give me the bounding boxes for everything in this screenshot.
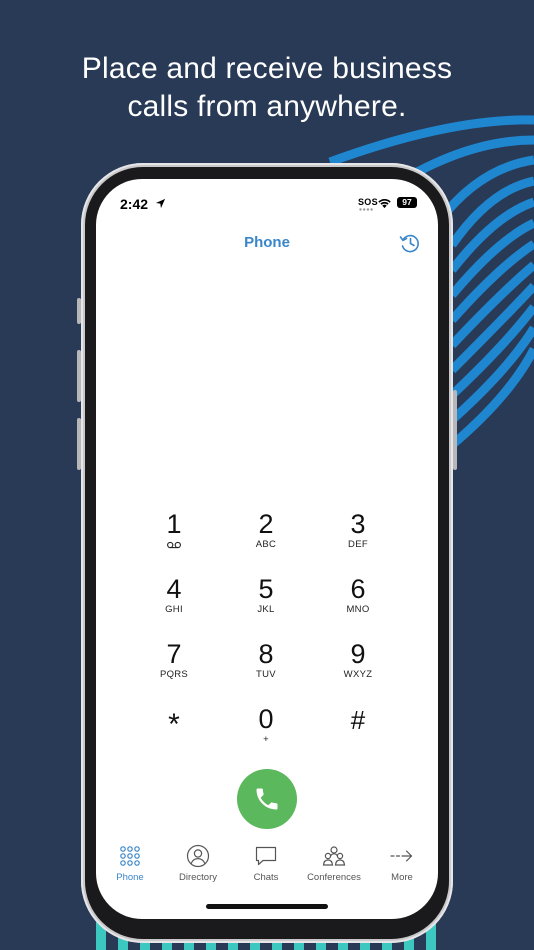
tab-label: Phone: [116, 872, 144, 883]
battery-indicator: 97: [397, 197, 417, 208]
key-letters: MNO: [346, 604, 370, 615]
key-7[interactable]: 7 PQRS: [144, 639, 204, 695]
phone-screen: 2:42 SOS 97 Phone 1 2 ABC 3 DEF 4 GHI 5 …: [96, 179, 438, 919]
tab-conferences[interactable]: Conferences: [300, 844, 368, 883]
key-9[interactable]: 9 WXYZ: [328, 639, 388, 695]
marketing-headline: Place and receive business calls from an…: [0, 50, 534, 126]
tab-more[interactable]: More: [368, 844, 436, 883]
key-0[interactable]: 0 +: [236, 704, 296, 760]
phone-icon: [256, 788, 278, 810]
tab-phone[interactable]: Phone: [96, 844, 164, 883]
status-time: 2:42: [120, 196, 149, 212]
key-digit: 9: [350, 639, 366, 669]
key-5[interactable]: 5 JKL: [236, 574, 296, 630]
tab-label: Directory: [178, 872, 217, 883]
page-title: Phone: [244, 234, 290, 251]
tab-chats[interactable]: Chats: [232, 844, 300, 883]
home-indicator[interactable]: [206, 904, 328, 909]
key-2[interactable]: 2 ABC: [236, 509, 296, 565]
key-letters: +: [263, 734, 269, 745]
tab-label: Conferences: [307, 872, 361, 883]
key-digit: 8: [258, 639, 274, 669]
key-star[interactable]: *: [144, 704, 204, 760]
tab-directory[interactable]: Directory: [164, 844, 232, 883]
person-icon: [186, 844, 210, 868]
key-letters: JKL: [257, 604, 275, 615]
key-letters: GHI: [165, 604, 183, 615]
location-arrow-icon: [155, 198, 166, 209]
key-6[interactable]: 6 MNO: [328, 574, 388, 630]
key-digit: 2: [258, 509, 274, 539]
voicemail-icon: [167, 541, 181, 549]
chat-bubble-icon: [255, 846, 277, 866]
key-letters: DEF: [348, 539, 368, 550]
tab-label: More: [391, 872, 413, 883]
key-digit: *: [168, 708, 180, 741]
key-digit: 3: [350, 509, 366, 539]
key-letters: ABC: [255, 539, 277, 550]
key-3[interactable]: 3 DEF: [328, 509, 388, 565]
bottom-tab-bar: Phone Directory Chats Conferences More: [96, 844, 438, 894]
key-digit: 4: [166, 574, 182, 604]
keypad-icon: [120, 846, 140, 866]
wifi-icon: [378, 198, 391, 209]
key-8[interactable]: 8 TUV: [236, 639, 296, 695]
key-4[interactable]: 4 GHI: [144, 574, 204, 630]
call-button[interactable]: [237, 769, 297, 829]
key-digit: #: [350, 705, 366, 735]
key-digit: 7: [166, 639, 182, 669]
key-digit: 0: [258, 704, 274, 734]
tab-label: Chats: [253, 872, 279, 883]
key-1[interactable]: 1: [144, 509, 204, 565]
key-hash[interactable]: #: [328, 704, 388, 760]
headline-line-2: calls from anywhere.: [127, 90, 407, 123]
key-letters: PQRS: [159, 669, 189, 680]
key-digit: 5: [258, 574, 274, 604]
history-clock-icon[interactable]: [399, 232, 421, 254]
phone-power-button: [453, 390, 457, 470]
headline-line-1: Place and receive business: [81, 52, 453, 85]
arrow-right-icon: [390, 850, 413, 862]
key-letters: WXYZ: [343, 669, 373, 680]
key-letters: TUV: [256, 669, 276, 680]
signal-dots-icon: [359, 208, 373, 211]
group-icon: [322, 846, 346, 866]
key-digit: 6: [350, 574, 366, 604]
carrier-sos: SOS: [358, 197, 378, 207]
key-digit: 1: [166, 509, 182, 539]
